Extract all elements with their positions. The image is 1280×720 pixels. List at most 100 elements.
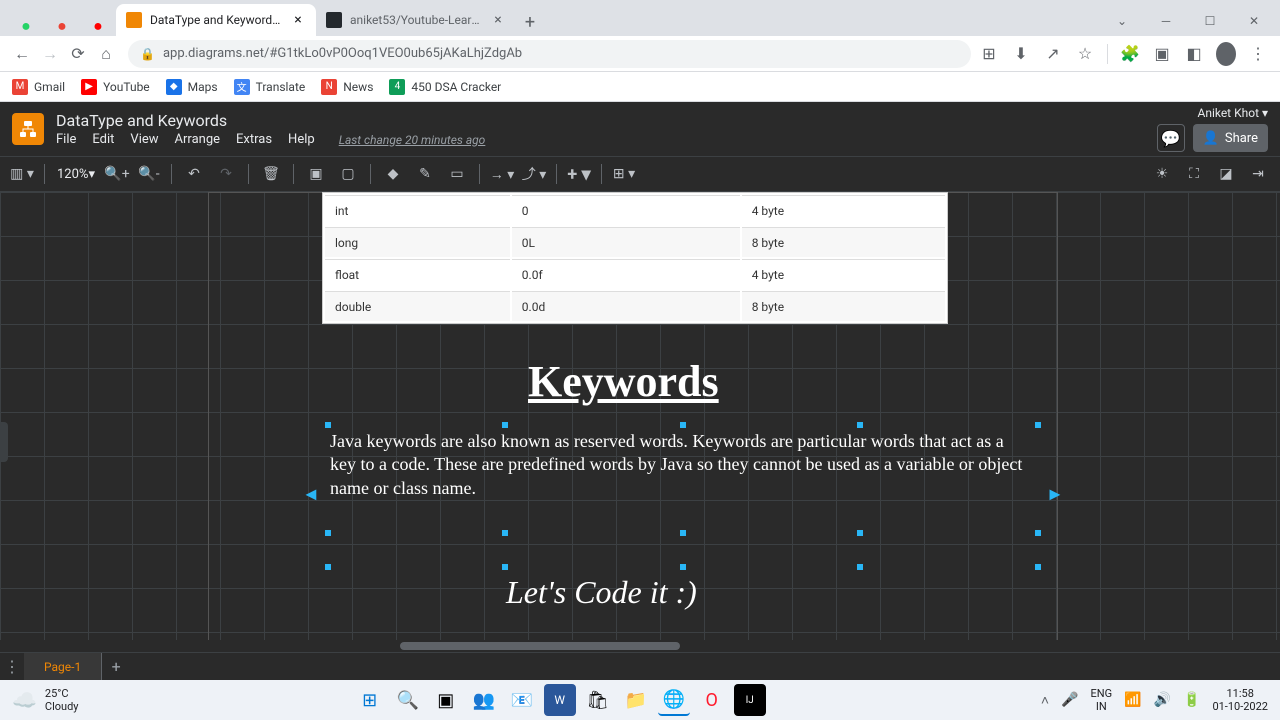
mic-icon[interactable]: 🎤 — [1061, 692, 1078, 708]
volume-icon[interactable]: 🔊 — [1154, 692, 1171, 708]
resize-arrow-right-icon[interactable]: ► — [1046, 484, 1066, 504]
opera-icon[interactable]: O — [696, 684, 728, 716]
redo-button[interactable]: ↷ — [212, 160, 240, 188]
shadow-button[interactable]: ▭ — [443, 160, 471, 188]
drawio-logo-icon[interactable] — [12, 113, 44, 145]
wifi-icon[interactable]: 📶 — [1124, 692, 1141, 708]
search-button[interactable]: 🔍 — [392, 684, 424, 716]
maximize-icon[interactable]: ☐ — [1188, 6, 1232, 36]
canvas[interactable]: int04 byte long0L8 byte float0.0f4 byte … — [0, 192, 1280, 652]
weather-widget[interactable]: ☁️ 25°C Cloudy — [12, 687, 79, 713]
youtube-icon[interactable]: ● — [93, 16, 103, 36]
bookmark-star-icon[interactable]: ☆ — [1075, 44, 1095, 63]
fill-color-button[interactable]: ◆ — [379, 160, 407, 188]
selection-handle[interactable] — [680, 564, 686, 570]
sidebar-toggle-button[interactable]: ▥ ▾ — [8, 160, 36, 188]
tab-inactive[interactable]: aniket53/Youtube-Learn-Java × — [316, 4, 516, 36]
waypoints-button[interactable]: ⤴ ▾ — [520, 160, 548, 188]
bookmark-youtube[interactable]: ▶YouTube — [81, 79, 150, 95]
selection-handle[interactable] — [325, 422, 331, 428]
menu-icon[interactable]: ⋮ — [1248, 44, 1268, 63]
side-panel-icon[interactable]: ◧ — [1184, 44, 1204, 63]
extensions-icon[interactable]: 🧩 — [1120, 44, 1140, 63]
horizontal-scrollbar[interactable] — [0, 640, 1280, 652]
lets-code-text[interactable]: Let's Code it :) — [506, 574, 697, 611]
selection-handle[interactable] — [857, 564, 863, 570]
explorer-icon[interactable]: 📁 — [620, 684, 652, 716]
home-button[interactable]: ⌂ — [92, 40, 120, 68]
install-icon[interactable]: ⊞ — [979, 44, 999, 63]
zoom-select[interactable]: 120% ▾ — [53, 165, 99, 184]
intellij-icon[interactable]: IJ — [734, 684, 766, 716]
selection-handle[interactable] — [680, 530, 686, 536]
selection-handle[interactable] — [325, 564, 331, 570]
start-button[interactable]: ⊞ — [354, 684, 386, 716]
back-button[interactable]: ← — [8, 40, 36, 68]
to-back-button[interactable]: ▢ — [334, 160, 362, 188]
comments-button[interactable]: 💬 — [1157, 124, 1185, 152]
word-icon[interactable]: W — [544, 684, 576, 716]
keywords-paragraph[interactable]: Java keywords are also known as reserved… — [330, 430, 1030, 500]
whatsapp-icon[interactable]: ● — [21, 16, 31, 36]
selection-handle[interactable] — [502, 564, 508, 570]
selection-handle[interactable] — [325, 530, 331, 536]
forward-button[interactable]: → — [36, 40, 64, 68]
to-front-button[interactable]: ▣ — [302, 160, 330, 188]
share-page-icon[interactable]: ↗ — [1043, 44, 1063, 63]
collapse-left-panel[interactable] — [0, 422, 8, 462]
zoom-in-button[interactable]: 🔍+ — [103, 160, 131, 188]
line-color-button[interactable]: ✎ — [411, 160, 439, 188]
selection-handle[interactable] — [1035, 530, 1041, 536]
download-icon[interactable]: ⬇ — [1011, 44, 1031, 63]
clock[interactable]: 11:58 01-10-2022 — [1212, 687, 1268, 713]
resize-arrow-left-icon[interactable]: ◄ — [302, 484, 322, 504]
datatype-table[interactable]: int04 byte long0L8 byte float0.0f4 byte … — [322, 192, 948, 324]
page-tab-menu-icon[interactable]: ⋮ — [0, 657, 24, 676]
new-tab-button[interactable]: + — [516, 8, 544, 36]
zoom-out-button[interactable]: 🔍- — [135, 160, 163, 188]
menu-edit[interactable]: Edit — [92, 132, 114, 147]
fullscreen-button[interactable]: ⛶ — [1180, 160, 1208, 188]
tab-active[interactable]: DataType and Keywords - diagra × — [116, 4, 316, 36]
menu-arrange[interactable]: Arrange — [175, 132, 220, 147]
reading-list-icon[interactable]: ▣ — [1152, 44, 1172, 63]
chevron-down-icon[interactable]: ⌄ — [1100, 6, 1144, 36]
tab-close-icon[interactable]: × — [490, 12, 506, 28]
table-button[interactable]: ⊞ ▾ — [610, 160, 638, 188]
language-indicator[interactable]: ENG IN — [1091, 687, 1113, 713]
bookmark-translate[interactable]: 文Translate — [234, 79, 306, 95]
battery-icon[interactable]: 🔋 — [1183, 692, 1200, 708]
minimize-icon[interactable]: ─ — [1144, 6, 1188, 36]
selection-handle[interactable] — [857, 530, 863, 536]
insert-button[interactable]: + ▾ — [565, 160, 593, 188]
delete-button[interactable]: 🗑 — [257, 160, 285, 188]
store-icon[interactable]: 🛍 — [582, 684, 614, 716]
collapse-right-button[interactable]: ⇥ — [1244, 160, 1272, 188]
task-view-button[interactable]: ▣ — [430, 684, 462, 716]
undo-button[interactable]: ↶ — [180, 160, 208, 188]
selection-handle[interactable] — [680, 422, 686, 428]
menu-view[interactable]: View — [130, 132, 158, 147]
user-name[interactable]: Aniket Khot — [1197, 106, 1259, 120]
url-input[interactable]: 🔒 app.diagrams.net/#G1tkLo0vP0Ooq1VEO0ub… — [128, 40, 971, 68]
profile-avatar[interactable] — [1216, 42, 1236, 66]
teams-icon[interactable]: 👥 — [468, 684, 500, 716]
menu-help[interactable]: Help — [288, 132, 315, 147]
selection-handle[interactable] — [1035, 422, 1041, 428]
bookmark-dsa[interactable]: 4450 DSA Cracker — [389, 79, 501, 95]
reload-button[interactable]: ⟳ — [64, 40, 92, 68]
selection-handle[interactable] — [502, 422, 508, 428]
gmail-icon[interactable]: ● — [57, 16, 67, 36]
close-window-icon[interactable]: ✕ — [1232, 6, 1276, 36]
menu-file[interactable]: File — [56, 132, 76, 147]
tab-close-icon[interactable]: × — [290, 12, 306, 28]
add-page-button[interactable]: + — [102, 657, 130, 676]
bookmark-news[interactable]: NNews — [321, 79, 373, 95]
page-tab-1[interactable]: Page-1 — [24, 653, 102, 681]
chrome-icon[interactable]: 🌐 — [658, 684, 690, 716]
selection-handle[interactable] — [502, 530, 508, 536]
selection-handle[interactable] — [1035, 564, 1041, 570]
mail-icon[interactable]: 📧 — [506, 684, 538, 716]
document-title[interactable]: DataType and Keywords — [56, 111, 1157, 130]
selection-handle[interactable] — [857, 422, 863, 428]
